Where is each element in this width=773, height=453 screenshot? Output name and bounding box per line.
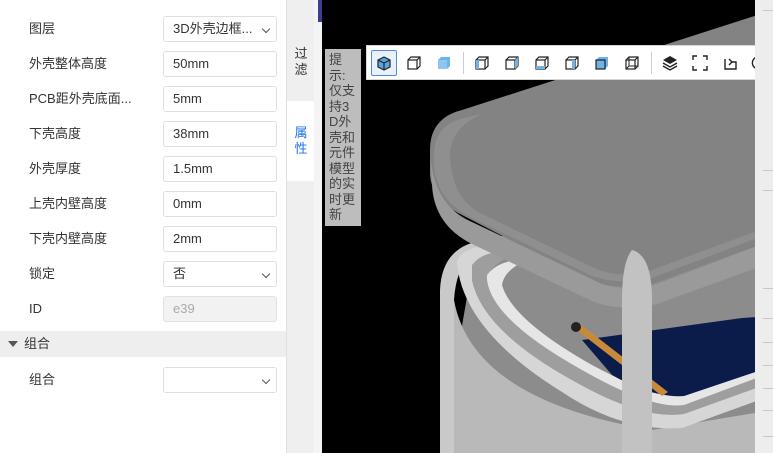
strip-divider [763,288,773,289]
toolbar-separator [651,52,652,74]
strip-divider [763,190,773,191]
chevron-down-icon [261,269,271,279]
prop-label: PCB距外壳底面... [29,91,132,106]
strip-divider [763,436,773,437]
group-select[interactable] [163,367,277,393]
cube-back-icon[interactable] [589,50,615,76]
layers-icon[interactable] [657,50,683,76]
tab-attribute-char: 性 [294,141,308,156]
properties-panel: 图层 3D外壳边框... 外壳整体高度 50mm PCB距外壳底面... 5mm… [0,0,286,453]
toolbar-separator [463,52,464,74]
shell-height-input[interactable]: 50mm [163,51,277,77]
lower-wall-height-input[interactable]: 2mm [163,226,277,252]
prop-row-upper-wall: 上壳内壁高度 0mm [0,186,286,221]
prop-label: 图层 [29,21,56,36]
tab-filter-char: 滤 [294,62,308,77]
prop-row-pcb-distance: PCB距外壳底面... 5mm [0,81,286,116]
lock-select[interactable]: 否 [163,261,277,287]
prop-row-lower-height: 下壳高度 38mm [0,116,286,151]
right-scroll-strip[interactable] [755,0,773,453]
strip-divider [763,388,773,389]
prop-label: 外壳厚度 [29,161,82,176]
prop-label: 下壳高度 [29,126,82,141]
layer-select-value: 3D外壳边框... [173,21,253,36]
prop-row-lower-wall: 下壳内壁高度 2mm [0,221,286,256]
3d-viewport[interactable]: 提示:仅支持3D外壳和元件模型的实时更新 [322,0,773,453]
hint-note: 提示:仅支持3D外壳和元件模型的实时更新 [325,49,361,226]
prop-label: 组合 [29,372,56,387]
prop-row-layer: 图层 3D外壳边框... [0,11,286,46]
view-toolbar [366,45,773,80]
prop-label: 锁定 [29,266,56,281]
prop-row-shell-height: 外壳整体高度 50mm [0,46,286,81]
splitter[interactable] [314,0,322,453]
cube-bottom-icon[interactable] [559,50,585,76]
lock-select-value: 否 [173,266,187,281]
lower-shell-height-input[interactable]: 38mm [163,121,277,147]
tab-filter[interactable]: 过 滤 [287,46,315,101]
prop-label: 外壳整体高度 [29,56,108,71]
group-section-header[interactable]: 组合 [0,331,286,357]
tab-attribute-char: 属 [294,125,308,140]
cube-iso-icon[interactable] [619,50,645,76]
caret-down-icon [8,341,18,347]
prop-row-thickness: 外壳厚度 1.5mm [0,151,286,186]
id-field: e39 [163,296,277,322]
chevron-down-icon [261,375,271,385]
side-tabs: 过 滤 属 性 [286,0,315,453]
prop-row-group: 组合 [0,362,286,397]
cube-top-icon[interactable] [529,50,555,76]
strip-divider [763,170,773,171]
strip-divider [763,318,773,319]
prop-row-lock: 锁定 否 [0,256,286,291]
cube-right-icon[interactable] [499,50,525,76]
cube-left-icon[interactable] [469,50,495,76]
group-section-title: 组合 [24,336,51,351]
rotate-icon[interactable] [717,50,743,76]
strip-divider [763,342,773,343]
cube-front-icon[interactable] [401,50,427,76]
layer-select[interactable]: 3D外壳边框... [163,16,277,42]
shell-thickness-input[interactable]: 1.5mm [163,156,277,182]
prop-label: ID [29,301,42,316]
chevron-down-icon [261,24,271,34]
cube-solid-icon[interactable] [431,50,457,76]
prop-label: 上壳内壁高度 [29,196,108,211]
strip-divider [763,365,773,366]
prop-row-id: ID e39 [0,291,286,326]
strip-divider [763,410,773,411]
strip-divider [763,10,773,11]
pcb-distance-input[interactable]: 5mm [163,86,277,112]
upper-wall-height-input[interactable]: 0mm [163,191,277,217]
fullscreen-icon[interactable] [687,50,713,76]
prop-label: 下壳内壁高度 [29,231,108,246]
tab-attribute[interactable]: 属 性 [287,101,315,181]
cube-view-icon[interactable] [371,50,397,76]
tab-filter-char: 过 [294,46,308,61]
